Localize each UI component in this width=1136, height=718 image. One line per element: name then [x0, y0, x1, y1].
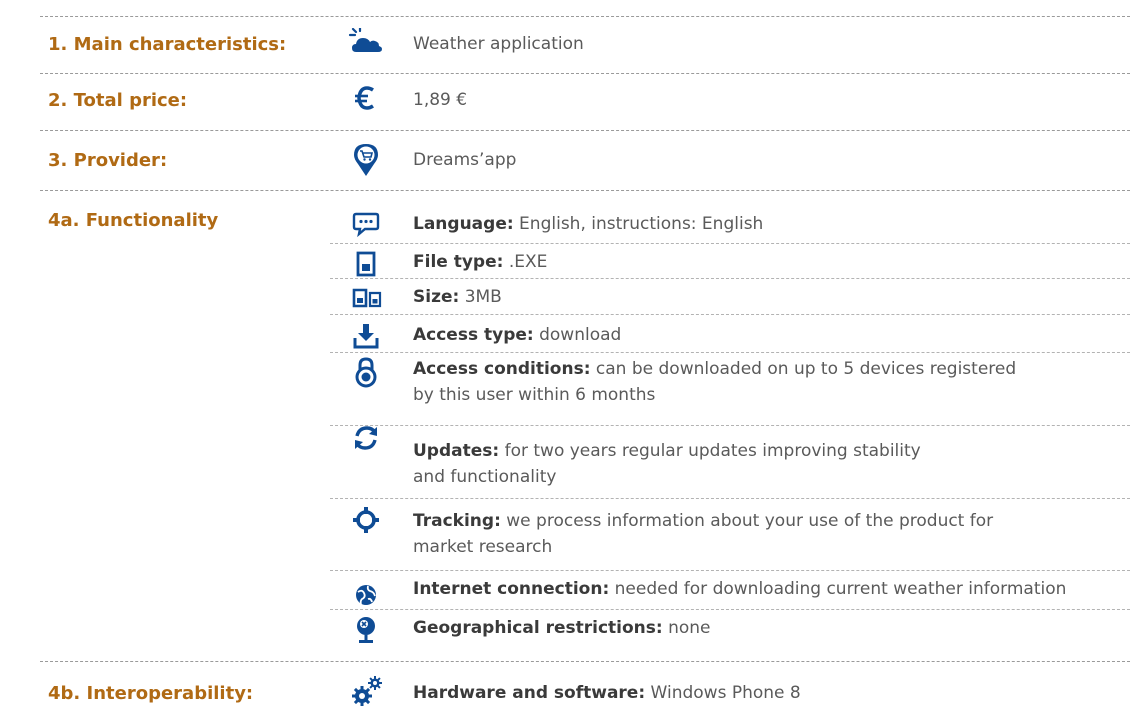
updates-item: Updates: for two years regular updates i…	[413, 441, 921, 487]
file-size-icon	[352, 284, 384, 312]
access-type-item: Access type: download	[413, 325, 622, 345]
value-provider: Dreams’app	[413, 150, 517, 170]
info-sheet: 1. Main characteristics: Weather applica…	[0, 0, 1136, 718]
size-item: Size: 3MB	[413, 287, 502, 307]
divider	[40, 16, 1130, 17]
value-main-characteristics: Weather application	[413, 34, 584, 54]
euro-icon	[352, 84, 380, 112]
hardware-software-item: Hardware and software: Windows Phone 8	[413, 683, 801, 703]
label-functionality: 4a. Functionality	[48, 210, 219, 231]
divider	[330, 609, 1130, 610]
access-conditions-item: Access conditions: can be downloaded on …	[413, 359, 1017, 405]
divider	[330, 278, 1130, 279]
refresh-icon	[352, 424, 380, 452]
tracking-item: Tracking: we process information about y…	[413, 511, 994, 557]
speech-bubble-icon	[352, 210, 380, 238]
crosshair-icon	[352, 506, 380, 534]
globe-restriction-icon	[352, 613, 380, 645]
gears-icon	[350, 674, 384, 708]
file-type-item: File type: .EXE	[413, 252, 548, 272]
label-interoperability: 4b. Interoperability:	[48, 683, 254, 704]
divider	[330, 314, 1130, 315]
divider	[40, 661, 1130, 662]
weather-icon	[346, 28, 386, 56]
divider	[40, 190, 1130, 191]
file-icon	[352, 250, 380, 278]
divider	[330, 352, 1130, 353]
download-icon	[352, 322, 380, 350]
label-main-characteristics: 1. Main characteristics:	[48, 34, 287, 55]
geographical-restrictions-item: Geographical restrictions: none	[413, 618, 711, 638]
divider	[330, 498, 1130, 499]
label-provider: 3. Provider:	[48, 150, 168, 171]
language-item: Language: English, instructions: English	[413, 214, 764, 234]
divider	[330, 425, 1130, 426]
divider	[330, 570, 1130, 571]
globe-icon	[352, 581, 380, 609]
shop-location-icon	[352, 142, 380, 178]
label-total-price: 2. Total price:	[48, 90, 188, 111]
divider	[40, 73, 1130, 74]
value-total-price: 1,89 €	[413, 90, 468, 110]
padlock-icon	[352, 356, 380, 388]
internet-connection-item: Internet connection: needed for download…	[413, 579, 1067, 599]
divider	[40, 130, 1130, 131]
divider	[330, 243, 1130, 244]
